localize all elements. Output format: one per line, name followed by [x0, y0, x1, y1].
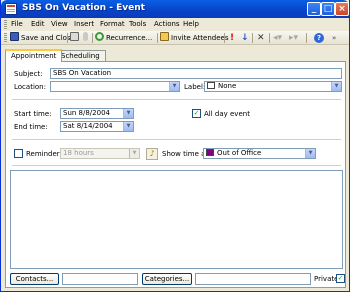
low-importance-icon[interactable]: ↓	[241, 32, 249, 44]
label-value: None	[218, 82, 237, 90]
menu-tools[interactable]: Tools	[129, 20, 146, 28]
paperclip-icon	[83, 32, 88, 41]
end-time-label: End time:	[14, 123, 48, 131]
subject-label: Subject:	[14, 70, 43, 78]
all-day-checkbox[interactable]: ✓	[192, 109, 201, 118]
label-dropdown-icon[interactable]: ▼	[331, 82, 341, 91]
standard-toolbar: Save and Close Recurrence... Invite Atte…	[1, 31, 349, 45]
print-button[interactable]	[70, 32, 81, 44]
subject-field[interactable]: SBS On Vacation	[50, 68, 342, 79]
end-date-field[interactable]: Sat 8/14/2004 ▼	[60, 121, 134, 132]
show-time-as-dropdown-icon[interactable]: ▼	[305, 149, 315, 158]
window-title: SBS On Vacation - Event	[22, 3, 145, 13]
appointment-panel: Subject: SBS On Vacation Location: ▼ Lab…	[5, 61, 346, 288]
show-time-as-value: Out of Office	[217, 149, 262, 157]
menu-bar: File Edit View Insert Format Tools Actio…	[1, 18, 349, 31]
reminder-checkbox[interactable]	[14, 149, 23, 158]
toolbar-separator	[252, 33, 253, 43]
section-divider	[12, 99, 341, 100]
invite-attendees-button[interactable]: Invite Attendees	[160, 32, 228, 44]
private-label: Private	[314, 275, 339, 283]
notes-textarea[interactable]	[10, 170, 343, 269]
categories-field[interactable]	[195, 273, 311, 285]
menu-view[interactable]: View	[51, 20, 68, 28]
menu-actions[interactable]: Actions	[154, 20, 180, 28]
recurrence-button[interactable]: Recurrence...	[95, 32, 152, 44]
reminder-select: 18 hours ▼	[60, 148, 140, 159]
previous-item-icon[interactable]: ◂▾	[273, 32, 282, 44]
recurrence-icon	[95, 32, 104, 41]
private-checkbox[interactable]: ✓	[336, 274, 345, 283]
print-icon	[70, 32, 79, 41]
start-date-dropdown-icon[interactable]: ▼	[123, 109, 133, 118]
contacts-button[interactable]: Contacts...	[10, 273, 59, 285]
menu-file[interactable]: File	[11, 20, 23, 28]
contacts-field[interactable]	[62, 273, 138, 285]
minimize-button[interactable]: _	[307, 2, 321, 16]
end-date-value: Sat 8/14/2004	[63, 122, 113, 130]
menubar-grip-icon[interactable]	[4, 20, 7, 29]
appointment-icon	[5, 3, 17, 15]
toolbar-separator	[306, 33, 307, 43]
start-date-value: Sun 8/8/2004	[63, 109, 110, 117]
toolbar-separator	[92, 33, 93, 43]
toolbar-grip-icon[interactable]	[4, 33, 7, 42]
attach-button[interactable]	[83, 32, 90, 44]
toolbar-separator	[269, 33, 270, 43]
help-icon[interactable]: ?	[314, 33, 324, 43]
menu-insert[interactable]: Insert	[74, 20, 94, 28]
save-icon	[10, 32, 19, 41]
event-window: SBS On Vacation - Event _ □ × File Edit …	[0, 0, 350, 292]
location-label: Location:	[14, 83, 46, 91]
menu-format[interactable]: Format	[100, 20, 125, 28]
reminder-value: 18 hours	[63, 149, 94, 157]
title-bar[interactable]: SBS On Vacation - Event _ □ ×	[1, 0, 349, 18]
maximize-button[interactable]: □	[321, 2, 335, 16]
label-color-swatch-icon	[207, 82, 215, 89]
reminder-dropdown-icon: ▼	[129, 149, 139, 158]
toolbar-separator	[67, 33, 68, 43]
invite-icon	[160, 32, 169, 41]
location-dropdown-icon[interactable]: ▼	[169, 82, 179, 91]
toolbar-separator	[224, 33, 225, 43]
menu-help[interactable]: Help	[183, 20, 199, 28]
delete-icon[interactable]: ✕	[257, 32, 265, 44]
save-and-close-button[interactable]: Save and Close	[10, 32, 75, 44]
section-divider	[12, 165, 341, 166]
start-date-field[interactable]: Sun 8/8/2004 ▼	[60, 108, 134, 119]
reminder-label: Reminder:	[26, 150, 62, 158]
start-time-label: Start time:	[14, 110, 52, 118]
section-divider	[12, 139, 341, 140]
high-importance-icon[interactable]: !	[230, 32, 234, 44]
next-item-icon[interactable]: ▸▾	[289, 32, 298, 44]
menu-edit[interactable]: Edit	[31, 20, 45, 28]
reminder-sound-icon[interactable]: ♪	[146, 148, 158, 160]
show-time-as-select[interactable]: Out of Office ▼	[203, 148, 316, 159]
recurrence-label: Recurrence...	[106, 34, 153, 42]
location-combo[interactable]: ▼	[50, 81, 180, 92]
all-day-label: All day event	[204, 110, 250, 118]
toolbar-options-chevron-icon[interactable]: »	[332, 32, 336, 44]
categories-button[interactable]: Categories...	[142, 273, 192, 285]
label-label: Label:	[184, 83, 206, 91]
label-select[interactable]: None ▼	[204, 81, 342, 92]
toolbar-separator	[157, 33, 158, 43]
tab-appointment[interactable]: Appointment	[5, 49, 63, 62]
out-of-office-swatch-icon	[206, 149, 214, 156]
end-date-dropdown-icon[interactable]: ▼	[123, 122, 133, 131]
invite-attendees-label: Invite Attendees	[171, 34, 229, 42]
close-button[interactable]: ×	[335, 2, 349, 16]
